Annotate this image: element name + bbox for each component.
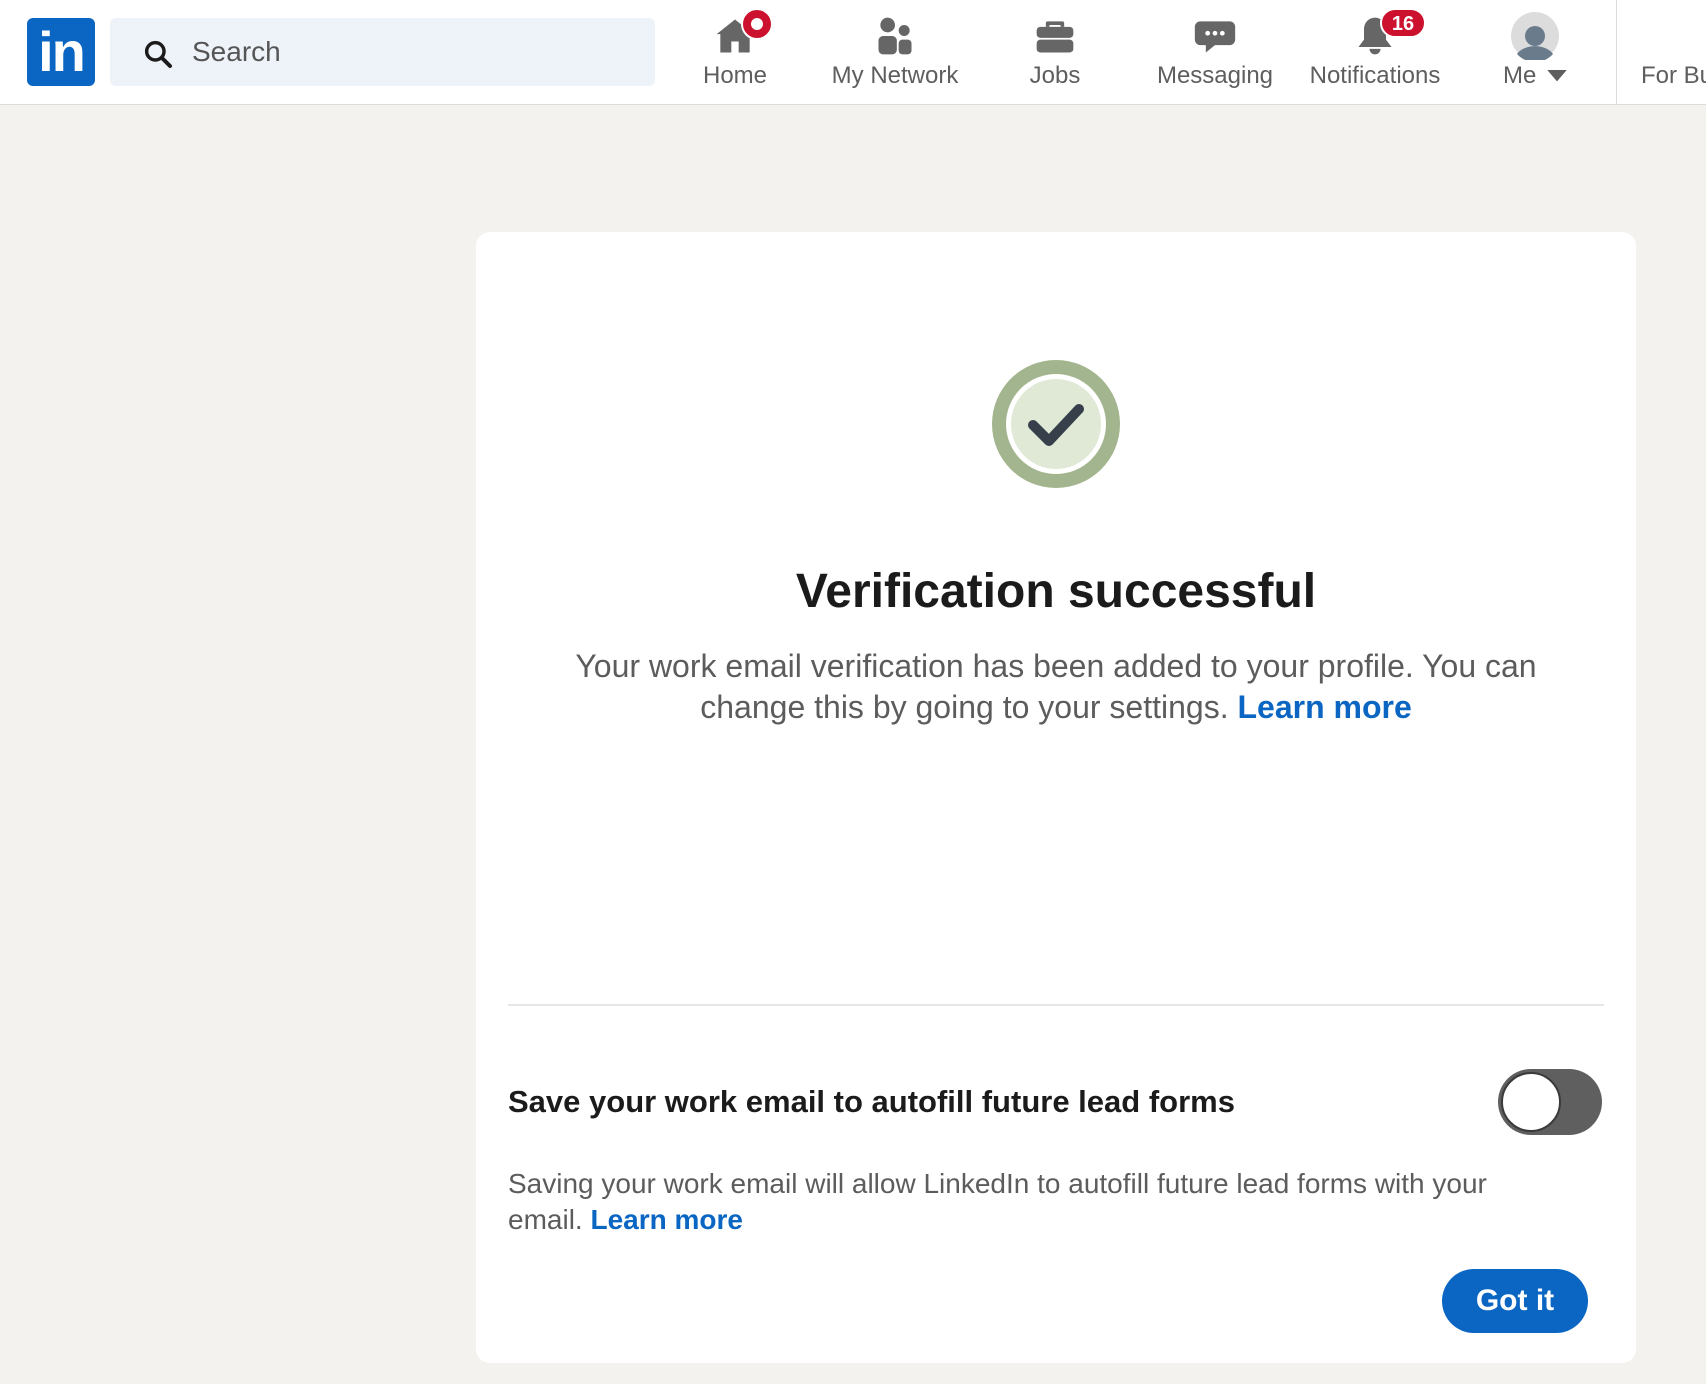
verification-title: Verification successful bbox=[795, 565, 1317, 618]
search-icon bbox=[144, 40, 172, 68]
nav-messaging-label: Messaging bbox=[1156, 62, 1274, 89]
top-nav: in Home My Network Jobs bbox=[0, 0, 1706, 105]
toggle-knob bbox=[1501, 1072, 1561, 1132]
nav-home-label: Home bbox=[702, 62, 768, 89]
notifications-badge: 16 bbox=[1380, 8, 1426, 38]
success-check-icon bbox=[992, 360, 1120, 488]
avatar bbox=[1511, 12, 1559, 60]
nav-my-network[interactable]: My Network bbox=[820, 0, 970, 104]
nav-notifications[interactable]: 16 Notifications bbox=[1300, 0, 1450, 104]
search-input[interactable] bbox=[190, 18, 630, 86]
home-notification-dot bbox=[741, 8, 773, 40]
got-it-button[interactable]: Got it bbox=[1442, 1269, 1588, 1333]
for-business-link[interactable]: For Bu bbox=[1641, 62, 1706, 90]
jobs-icon bbox=[1036, 21, 1074, 53]
divider bbox=[508, 1004, 1604, 1006]
nav-notifications-label: Notifications bbox=[1309, 62, 1441, 89]
verification-card: Verification successful Your work email … bbox=[476, 232, 1636, 1363]
nav-jobs-label: Jobs bbox=[1029, 62, 1081, 89]
autofill-description: Saving your work email will allow Linked… bbox=[508, 1166, 1546, 1238]
my-network-icon bbox=[878, 17, 912, 55]
verification-description: Your work email verification has been ad… bbox=[536, 646, 1576, 728]
nav-me-text: Me bbox=[1502, 62, 1537, 89]
nav-jobs[interactable]: Jobs bbox=[1005, 0, 1105, 104]
nav-divider bbox=[1616, 0, 1617, 104]
linkedin-logo[interactable]: in bbox=[27, 18, 95, 86]
learn-more-link[interactable]: Learn more bbox=[1237, 689, 1411, 725]
autofill-toggle[interactable] bbox=[1498, 1069, 1602, 1135]
nav-me-label: Me bbox=[1480, 62, 1590, 90]
search-bar[interactable] bbox=[110, 18, 655, 86]
nav-me[interactable]: Me bbox=[1480, 0, 1590, 104]
chevron-down-icon bbox=[1547, 70, 1567, 82]
nav-messaging[interactable]: Messaging bbox=[1150, 0, 1280, 104]
messaging-icon bbox=[1194, 21, 1236, 53]
autofill-learn-more-link[interactable]: Learn more bbox=[590, 1204, 743, 1235]
nav-my-network-label: My Network bbox=[831, 62, 959, 89]
nav-home[interactable]: Home bbox=[685, 0, 785, 104]
autofill-title: Save your work email to autofill future … bbox=[508, 1084, 1235, 1119]
